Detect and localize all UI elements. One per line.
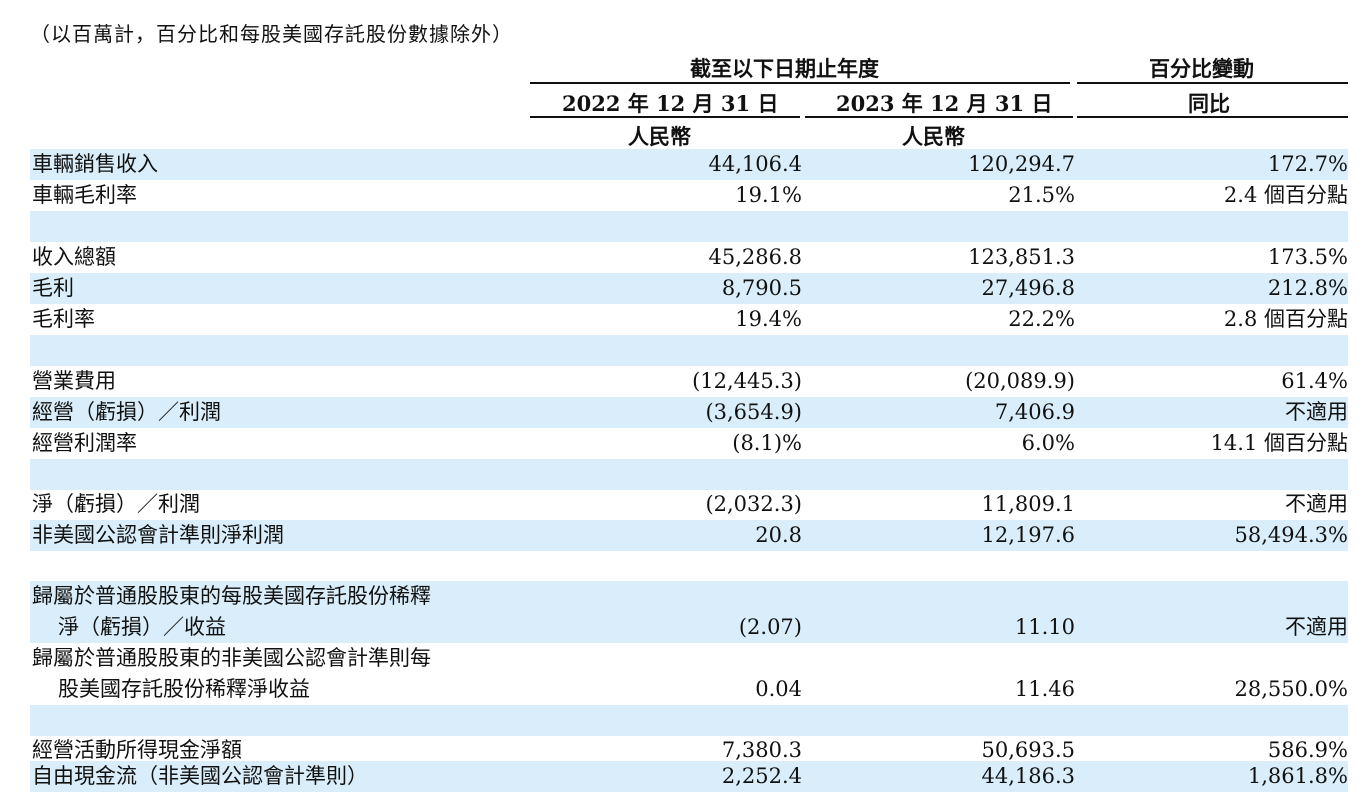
value-2022: 8,790.5 [721, 276, 802, 300]
value-2023: 12,197.6 [981, 523, 1075, 547]
currency-2022-header: 人民幣 [628, 124, 691, 149]
col-change-header: 同比 [1188, 91, 1230, 116]
value-2022: 19.1% [735, 183, 802, 207]
value-change: 172.7% [1267, 152, 1348, 176]
row-label: 毛利率 [32, 307, 95, 331]
table-row: 歸屬於普通股股東的每股美國存託股份稀釋 淨（虧損）／收益 (2.07) 11.1… [30, 581, 1348, 643]
value-2023: 27,496.8 [981, 276, 1075, 300]
value-2022: 45,286.8 [708, 245, 802, 269]
value-2023: 11.10 [1014, 615, 1075, 639]
value-2023: 120,294.7 [968, 152, 1075, 176]
col-2023-rule [805, 116, 1073, 118]
table-row: 車輛毛利率 19.1% 21.5% 2.4 個百分點 [30, 180, 1348, 211]
col-2022-header: 2022 年 12 月 31 日 [562, 91, 779, 116]
table-row: 經營利潤率 (8.1)% 6.0% 14.1 個百分點 [30, 428, 1348, 459]
value-change: 2.8 個百分點 [1223, 307, 1348, 331]
value-2023: 44,186.3 [981, 764, 1075, 788]
value-2023: 7,406.9 [994, 400, 1075, 424]
value-2022: 0.04 [755, 677, 802, 701]
value-change: 2.4 個百分點 [1223, 183, 1348, 207]
value-2023: 11,809.1 [981, 492, 1075, 516]
table-row: 毛利 8,790.5 27,496.8 212.8% [30, 273, 1348, 304]
value-2022: (2.07) [738, 615, 802, 639]
row-label-line2: 淨（虧損）／收益 [58, 615, 226, 639]
table-row: 毛利率 19.4% 22.2% 2.8 個百分點 [30, 304, 1348, 335]
units-note: （以百萬計，百分比和每股美國存託股份數據除外） [30, 22, 513, 46]
value-2023: 22.2% [1008, 307, 1075, 331]
row-label: 車輛毛利率 [32, 183, 137, 207]
row-label-line1: 歸屬於普通股股東的非美國公認會計準則每 [32, 646, 431, 670]
currency-2023-header: 人民幣 [902, 124, 965, 149]
value-change: 1,861.8% [1247, 764, 1348, 788]
table-row: 經營（虧損）／利潤 (3,654.9) 7,406.9 不適用 [30, 397, 1348, 428]
value-2022: 20.8 [755, 523, 802, 547]
value-change: 不適用 [1285, 492, 1348, 516]
value-2022: (8.1)% [732, 431, 802, 455]
row-label: 經營利潤率 [32, 431, 137, 455]
value-change: 61.4% [1281, 369, 1348, 393]
row-label: 自由現金流（非美國公認會計準則） [32, 764, 368, 788]
col-2022-rule [530, 116, 800, 118]
period-group-rule [530, 82, 1070, 84]
value-2023: 6.0% [1021, 431, 1075, 455]
value-2022: (3,654.9) [705, 400, 802, 424]
value-2023: 21.5% [1008, 183, 1075, 207]
value-change: 14.1 個百分點 [1210, 431, 1348, 455]
table-row: 自由現金流（非美國公認會計準則） 2,252.4 44,186.3 1,861.… [30, 761, 1348, 792]
value-change: 212.8% [1267, 276, 1348, 300]
value-2022: (12,445.3) [692, 369, 802, 393]
value-change: 不適用 [1285, 400, 1348, 424]
row-label-line2: 股美國存託股份稀釋淨收益 [58, 677, 310, 701]
table-row: 淨（虧損）／利潤 (2,032.3) 11,809.1 不適用 [30, 489, 1348, 520]
row-label: 營業費用 [32, 369, 116, 393]
row-label: 非美國公認會計準則淨利潤 [32, 523, 284, 547]
value-change: 173.5% [1267, 245, 1348, 269]
table-row: 歸屬於普通股股東的非美國公認會計準則每 股美國存託股份稀釋淨收益 0.04 11… [30, 643, 1348, 705]
period-group-header: 截至以下日期止年度 [690, 56, 879, 81]
row-label: 經營（虧損）／利潤 [32, 400, 221, 424]
value-2023: 123,851.3 [968, 245, 1075, 269]
value-change: 58,494.3% [1234, 523, 1348, 547]
spacer-row [30, 551, 1348, 582]
spacer-row [30, 335, 1348, 366]
value-2022: 2,252.4 [721, 764, 802, 788]
value-2022: (2,032.3) [705, 492, 802, 516]
value-2022: 44,106.4 [708, 152, 802, 176]
col-2023-header: 2023 年 12 月 31 日 [836, 91, 1053, 116]
spacer-row [30, 705, 1348, 736]
table-row: 營業費用 (12,445.3) (20,089.9) 61.4% [30, 366, 1348, 397]
row-label: 毛利 [32, 276, 74, 300]
spacer-row [30, 459, 1348, 490]
row-label: 車輛銷售收入 [32, 152, 158, 176]
spacer-row [30, 211, 1348, 242]
row-label: 淨（虧損）／利潤 [32, 492, 200, 516]
table-row: 收入總額 45,286.8 123,851.3 173.5% [30, 242, 1348, 273]
row-label: 收入總額 [32, 245, 116, 269]
change-group-rule [1077, 82, 1348, 84]
table-row: 車輛銷售收入 44,106.4 120,294.7 172.7% [30, 149, 1348, 180]
value-change: 28,550.0% [1234, 677, 1348, 701]
table-row: 非美國公認會計準則淨利潤 20.8 12,197.6 58,494.3% [30, 520, 1348, 551]
value-2022: 19.4% [735, 307, 802, 331]
row-label-line1: 歸屬於普通股股東的每股美國存託股份稀釋 [32, 584, 431, 608]
value-change: 不適用 [1285, 615, 1348, 639]
value-2023: 11.46 [1014, 677, 1075, 701]
change-group-header: 百分比變動 [1149, 56, 1254, 81]
value-2023: (20,089.9) [965, 369, 1075, 393]
col-change-rule [1077, 116, 1348, 118]
